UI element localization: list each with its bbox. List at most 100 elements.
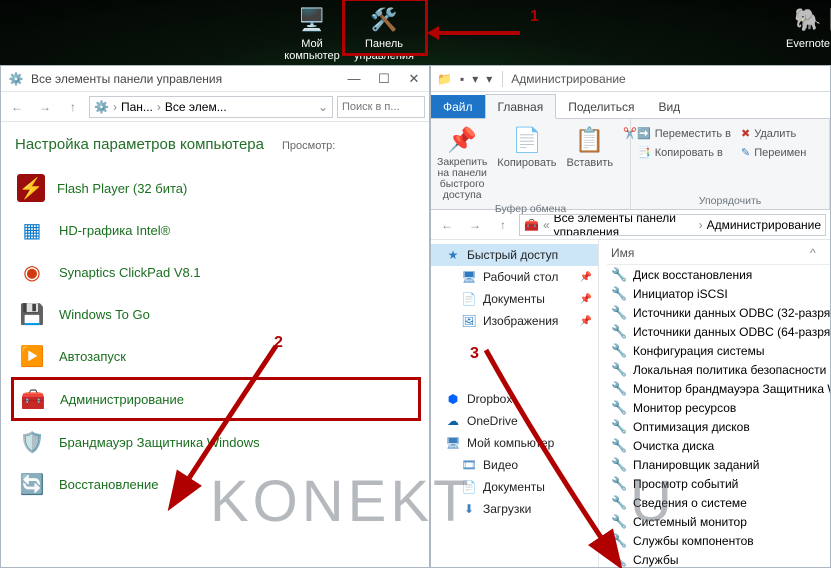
quick-access-toolbar: 📁 ▪ ▾ ▾ [431, 72, 498, 86]
cp-header: Настройка параметров компьютера Просмотр… [1, 122, 429, 161]
breadcrumb-segment[interactable]: Администрирование [707, 218, 821, 232]
cp-item-label: Windows To Go [59, 307, 150, 322]
file-item[interactable]: 🔧Просмотр событий [607, 474, 830, 493]
file-item[interactable]: 🔧Очистка диска [607, 436, 830, 455]
cp-item-intel-hd[interactable]: ▦ HD-графика Intel® [11, 209, 421, 251]
minimize-button[interactable]: — [339, 71, 369, 87]
nav-item-label: Быстрый доступ [467, 248, 558, 262]
nav-pictures[interactable]: 🖼 Изображения 📌 [431, 310, 598, 332]
qat-dropdown-icon[interactable]: ▾ [486, 72, 492, 86]
file-item[interactable]: 🔧Оптимизация дисков [607, 417, 830, 436]
breadcrumb[interactable]: ⚙️ › Пан... › Все элем... ⌄ [89, 96, 333, 118]
breadcrumb[interactable]: 🧰 « Все элементы панели управления › Адм… [519, 214, 826, 236]
nav-onedrive[interactable]: ☁ OneDrive [431, 410, 598, 432]
up-button[interactable]: ↑ [491, 213, 515, 237]
pin-icon: 📌 [580, 294, 592, 305]
cp-item-flash[interactable]: ⚡ Flash Player (32 бита) [11, 167, 421, 209]
cp-item-recovery[interactable]: 🔄 Восстановление [11, 463, 421, 505]
file-item[interactable]: 🔧 Конфигурация системы [607, 341, 830, 360]
file-item[interactable]: 🔧Службы [607, 550, 830, 567]
file-item[interactable]: 🔧 Локальная политика безопасности [607, 360, 830, 379]
file-item-label: Монитор брандмауэра Защитника Win... [633, 382, 830, 396]
file-item[interactable]: 🔧Сведения о системе [607, 493, 830, 512]
file-item-label: Конфигурация системы [633, 344, 764, 358]
nav-documents[interactable]: 📄 Документы 📌 [431, 288, 598, 310]
tab-view[interactable]: Вид [646, 95, 692, 118]
ribbon-group-label: Упорядочить [637, 193, 823, 207]
file-item[interactable]: 🔧Системный монитор [607, 512, 830, 531]
paste-button[interactable]: 📋 Вставить [567, 123, 614, 201]
copy-button[interactable]: 📄 Копировать [497, 123, 556, 201]
nav-my-computer[interactable]: 🖥 Мой компьютер [431, 432, 598, 454]
delete-button[interactable]: ✖Удалить [741, 127, 806, 140]
file-item[interactable]: 🔧Планировщик заданий [607, 455, 830, 474]
rename-button[interactable]: ✎Переимен [741, 146, 806, 159]
copy-to-button[interactable]: 📑Копировать в [637, 146, 731, 159]
file-item[interactable]: 🔧Монитор брандмауэра Защитника Win... [607, 379, 830, 398]
back-button[interactable]: ← [435, 213, 459, 237]
file-item[interactable]: 🔧Инициатор iSCSI [607, 284, 830, 303]
desktop-icon: 🖥 [461, 270, 477, 284]
shortcut-icon: 🔧 [611, 514, 627, 530]
desktop: 🖥️ Мойкомпьютер 🛠️ Панельуправления 🐘 Ev… [0, 0, 831, 65]
forward-button[interactable]: → [33, 95, 57, 119]
delete-icon: ✖ [741, 127, 750, 140]
move-icon: ➡️ [637, 127, 651, 140]
file-item[interactable]: 🔧Источники данных ODBC (32-разрядна... [607, 303, 830, 322]
nav-dropbox[interactable]: ⬢ Dropbox [431, 388, 598, 410]
breadcrumb-segment[interactable]: Все элем... [165, 100, 227, 114]
annotation-number-1: 1 [530, 8, 539, 26]
breadcrumb-segment[interactable]: Все элементы панели управления [554, 214, 695, 236]
tab-share[interactable]: Поделиться [556, 95, 646, 118]
file-item-label: Локальная политика безопасности [633, 363, 826, 377]
folder-icon[interactable]: 📁 [437, 72, 452, 86]
nav-downloads[interactable]: ⬇ Загрузки [431, 498, 598, 520]
file-item[interactable]: 🔧Диск восстановления [607, 265, 830, 284]
file-item[interactable]: 🔧Службы компонентов [607, 531, 830, 550]
nav-videos[interactable]: 🎞 Видео [431, 454, 598, 476]
window-title: Все элементы панели управления [31, 72, 222, 86]
shortcut-icon: 🔧 [611, 419, 627, 435]
cp-item-administration[interactable]: 🧰 Администрирование [11, 377, 421, 421]
copy-icon: 📄 [497, 123, 556, 157]
search-input[interactable] [337, 96, 425, 118]
desktop-icon-my-computer[interactable]: 🖥️ Мойкомпьютер [278, 4, 346, 62]
usb-drive-icon: 💾 [17, 299, 47, 329]
close-button[interactable]: ✕ [399, 71, 429, 87]
shortcut-icon: 🔧 [611, 343, 627, 359]
shortcut-icon: 🔧 [611, 495, 627, 511]
control-panel-icon: ⚙️ [7, 70, 25, 88]
navigation-pane: ★ Быстрый доступ 🖥 Рабочий стол 📌 📄 Доку… [431, 240, 599, 567]
nav-item-label: Видео [483, 458, 518, 472]
tab-home[interactable]: Главная [485, 94, 557, 119]
file-item-label: Монитор ресурсов [633, 401, 736, 415]
back-button[interactable]: ← [5, 95, 29, 119]
desktop-icon-evernote[interactable]: 🐘 Evernote [774, 4, 831, 50]
file-item[interactable]: 🔧Источники данных ODBC (64-разрядна... [607, 322, 830, 341]
cp-item-autorun[interactable]: ▶️ Автозапуск [11, 335, 421, 377]
cp-item-label: Автозапуск [59, 349, 126, 364]
breadcrumb-segment[interactable]: Пан... [121, 100, 153, 114]
properties-icon[interactable]: ▪ [460, 72, 464, 86]
cp-item-synaptics[interactable]: ◉ Synaptics ClickPad V8.1 [11, 251, 421, 293]
up-button[interactable]: ↑ [61, 95, 85, 119]
column-name[interactable]: Имя [611, 246, 810, 260]
nav-item-label: Изображения [483, 314, 558, 328]
desktop-icon-control-panel[interactable]: 🛠️ Панельуправления [350, 4, 418, 62]
column-header[interactable]: Имя ^ [607, 244, 830, 265]
forward-button[interactable]: → [463, 213, 487, 237]
cp-item-firewall[interactable]: 🛡️ Брандмауэр Защитника Windows [11, 421, 421, 463]
new-folder-icon[interactable]: ▾ [472, 72, 478, 86]
move-to-button[interactable]: ➡️Переместить в [637, 127, 731, 140]
tab-file[interactable]: Файл [431, 95, 485, 118]
address-bar: ← → ↑ 🧰 « Все элементы панели управления… [431, 210, 830, 240]
pin-to-quick-access-button[interactable]: 📌 Закрепить на панели быстрого доступа [437, 123, 487, 201]
maximize-button[interactable]: ☐ [369, 71, 399, 87]
desktop-icon-cropped[interactable]: 📓 No [824, 4, 831, 50]
file-item[interactable]: 🔧Монитор ресурсов [607, 398, 830, 417]
shortcut-icon: 🔧 [611, 362, 627, 378]
nav-quick-access[interactable]: ★ Быстрый доступ [431, 244, 598, 266]
cp-item-windows-to-go[interactable]: 💾 Windows To Go [11, 293, 421, 335]
nav-desktop[interactable]: 🖥 Рабочий стол 📌 [431, 266, 598, 288]
nav-documents-2[interactable]: 📄 Документы [431, 476, 598, 498]
